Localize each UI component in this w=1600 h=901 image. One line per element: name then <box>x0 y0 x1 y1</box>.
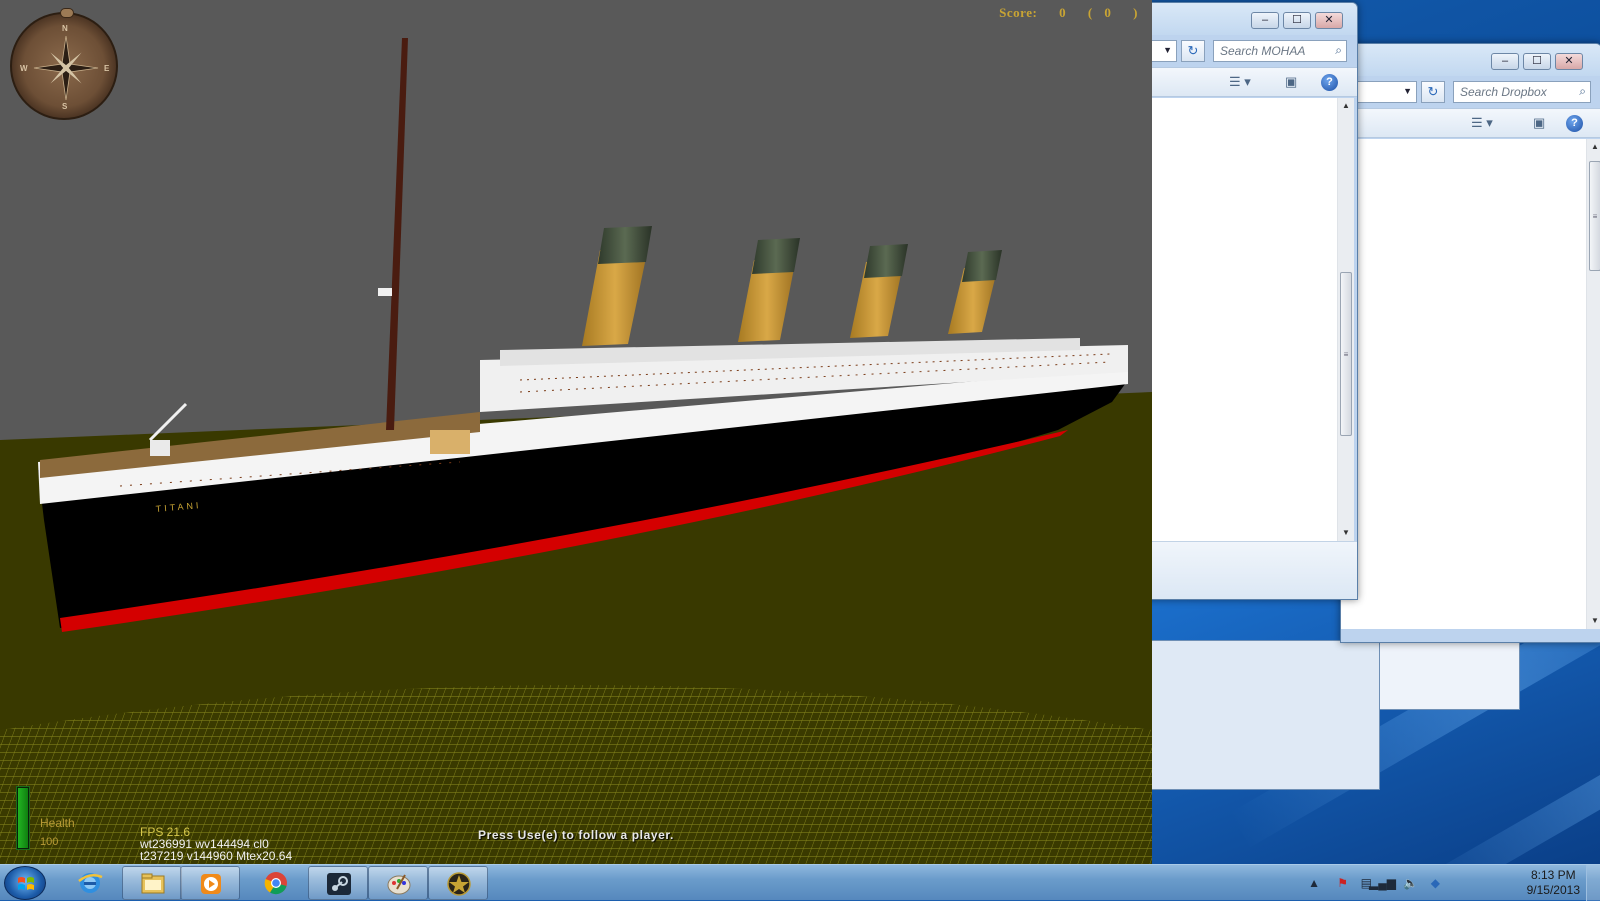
window-titlebar[interactable]: – ☐ ✕ <box>1341 44 1600 76</box>
score-secondary: 0 <box>1104 5 1112 20</box>
clock-date: 9/15/2013 <box>1526 883 1580 897</box>
maximize-button[interactable]: ☐ <box>1283 12 1311 29</box>
taskbar-windows-explorer[interactable] <box>122 866 182 900</box>
follow-player-hint: Press Use(e) to follow a player. <box>478 828 674 842</box>
search-icon[interactable]: ⌕ <box>1579 84 1586 99</box>
close-button[interactable]: ✕ <box>1555 53 1583 70</box>
explorer-window-dropbox[interactable]: – ☐ ✕ ▼ ↻ Search Dropbox ⌕ ☰ ▾ ▣ ? ▲ ≡ ▼ <box>1340 43 1600 643</box>
background-window-fragment[interactable] <box>1360 640 1520 710</box>
stats-line-3: t237219 v144960 Mtex20.64 <box>140 849 293 863</box>
help-icon[interactable]: ? <box>1566 115 1583 132</box>
command-bar: ☰ ▾ ▣ ? <box>1341 108 1600 138</box>
ship-crows-nest <box>378 288 392 296</box>
search-icon[interactable]: ⌕ <box>1335 43 1342 58</box>
scroll-up-arrow[interactable]: ▲ <box>1587 139 1600 155</box>
search-placeholder: Search Dropbox <box>1460 85 1547 99</box>
help-icon[interactable]: ? <box>1321 74 1338 91</box>
vertical-scrollbar[interactable]: ▲ ≡ ▼ <box>1337 98 1354 541</box>
vertical-scrollbar[interactable]: ▲ ≡ ▼ <box>1586 139 1600 629</box>
scroll-up-arrow[interactable]: ▲ <box>1338 98 1354 114</box>
score-display: Score: 0 ( 0 ) <box>999 5 1138 21</box>
compass-east-label: E <box>104 64 110 73</box>
volume-icon[interactable]: 🔈 <box>1403 876 1418 890</box>
action-center-alert-icon[interactable]: ⚑ <box>1337 876 1348 890</box>
compass-west-label: W <box>20 64 28 73</box>
windows-logo-icon <box>18 877 34 890</box>
folder-icon <box>141 873 165 894</box>
dropbox-icon[interactable]: ◆ <box>1431 876 1440 890</box>
view-options-icon[interactable]: ☰ ▾ <box>1471 115 1493 131</box>
internet-explorer-icon <box>78 873 103 893</box>
maximize-button[interactable]: ☐ <box>1523 53 1551 70</box>
preview-pane-icon[interactable]: ▣ <box>1533 115 1545 131</box>
scroll-thumb[interactable]: ≡ <box>1340 272 1352 436</box>
view-options-icon[interactable]: ☰ ▾ <box>1229 74 1251 90</box>
clock[interactable]: 8:13 PM 9/15/2013 <box>1527 868 1580 898</box>
minimize-button[interactable]: – <box>1251 12 1279 29</box>
taskbar-paint[interactable] <box>368 866 428 900</box>
background-window-fragment[interactable] <box>1140 640 1380 790</box>
taskbar-steam[interactable] <box>308 866 368 900</box>
ship-deck-house <box>430 430 470 454</box>
minimize-button[interactable]: – <box>1491 53 1519 70</box>
chrome-icon <box>264 872 287 895</box>
score-label: Score: <box>999 5 1038 20</box>
search-input[interactable]: Search Dropbox ⌕ <box>1453 81 1591 103</box>
navigation-bar: ▼ ↻ Search Dropbox ⌕ <box>1341 78 1600 106</box>
compass-icon: N E S W <box>10 8 118 120</box>
compass-rose-icon <box>33 35 99 101</box>
close-button[interactable]: ✕ <box>1315 12 1343 29</box>
taskbar-google-chrome[interactable] <box>246 866 306 900</box>
preview-pane-icon[interactable]: ▣ <box>1285 74 1297 90</box>
compass-north-label: N <box>62 24 68 33</box>
show-hidden-icons-button[interactable]: ▲ <box>1308 876 1320 890</box>
taskbar-internet-explorer[interactable] <box>60 866 120 900</box>
network-icon[interactable]: ▂▄▆ <box>1369 876 1396 890</box>
ship-deck-crane <box>150 440 170 456</box>
search-input[interactable]: Search MOHAA ⌕ <box>1213 40 1347 62</box>
medal-of-honor-icon <box>447 872 471 896</box>
clock-time: 8:13 PM <box>1530 868 1576 882</box>
scroll-thumb[interactable]: ≡ <box>1589 161 1600 271</box>
taskbar: ▲ ⚑ ▤ ▂▄▆ 🔈 ◆ 8:13 PM 9/15/2013 <box>0 864 1600 901</box>
file-list-pane[interactable] <box>1341 139 1586 629</box>
start-button[interactable] <box>4 866 46 900</box>
refresh-button[interactable]: ↻ <box>1181 40 1205 62</box>
compass-south-label: S <box>62 102 68 111</box>
show-desktop-button[interactable] <box>1586 865 1600 901</box>
paint-palette-icon <box>387 874 411 895</box>
score-paren-close: ) <box>1133 5 1138 20</box>
scroll-down-arrow[interactable]: ▼ <box>1587 613 1600 629</box>
refresh-button[interactable]: ↻ <box>1421 81 1445 103</box>
taskbar-media-player[interactable] <box>180 866 240 900</box>
compass-hinge <box>60 8 74 18</box>
game-viewport[interactable]: TITANI Score: 0 ( 0 ) N E S W Health 100… <box>0 0 1152 864</box>
scroll-down-arrow[interactable]: ▼ <box>1338 525 1354 541</box>
score-paren-open: ( <box>1087 5 1093 20</box>
game-scene: TITANI <box>0 0 1152 864</box>
score-value: 0 <box>1059 5 1067 20</box>
search-placeholder: Search MOHAA <box>1220 44 1306 58</box>
steam-icon <box>327 873 351 895</box>
media-player-icon <box>201 874 221 894</box>
taskbar-medal-of-honor[interactable] <box>428 866 488 900</box>
